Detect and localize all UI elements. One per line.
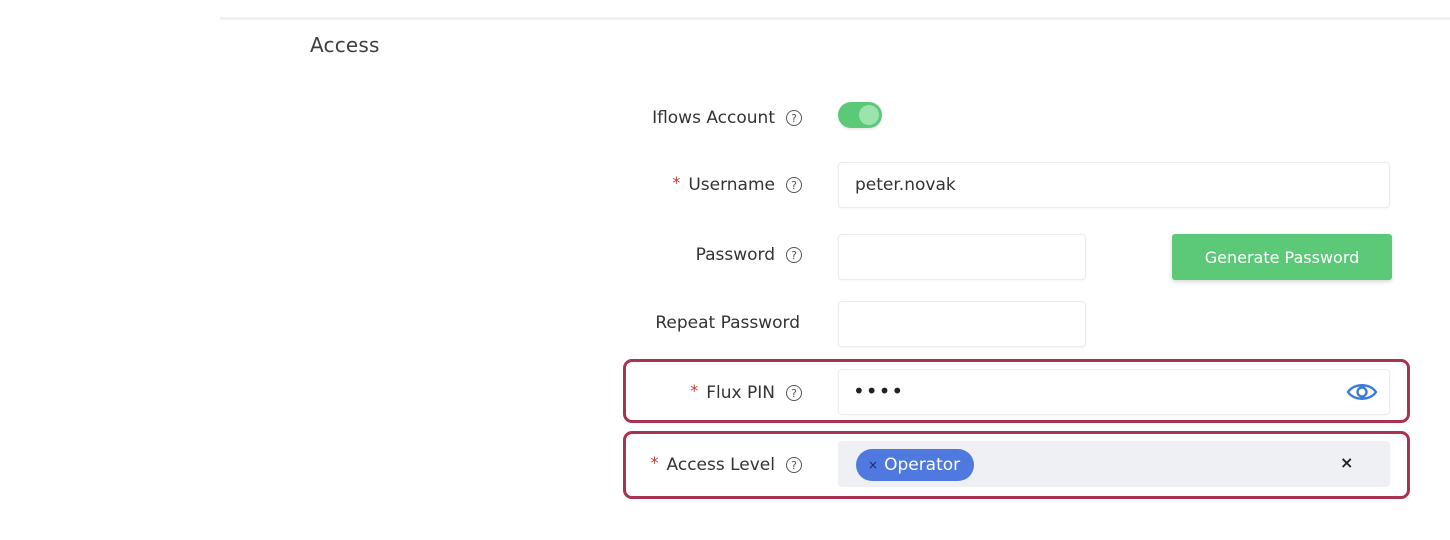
username-input[interactable] [838, 162, 1390, 208]
question-circle-icon[interactable]: ? [786, 110, 802, 126]
access-level-label-row: * Access Level ? [651, 453, 802, 477]
question-circle-icon[interactable]: ? [786, 177, 802, 193]
clear-selection-icon[interactable]: × [1340, 453, 1353, 472]
repeat-password-input[interactable] [838, 301, 1086, 347]
flux-pin-label: Flux PIN [706, 383, 775, 403]
required-mark: * [650, 452, 659, 472]
access-level-chip: × Operator [856, 449, 975, 481]
password-label-row: Password ? [696, 243, 802, 267]
repeat-password-label-row: Repeat Password [655, 311, 800, 335]
toggle-knob [859, 105, 879, 125]
flux-pin-masked-value: •••• [853, 379, 905, 403]
chip-label: Operator [884, 455, 961, 475]
repeat-password-label: Repeat Password [655, 313, 800, 333]
password-label: Password [695, 245, 775, 265]
access-level-select[interactable]: × Operator × [838, 441, 1390, 487]
iflows-account-label-row: Iflows Account ? [652, 106, 802, 130]
question-circle-icon[interactable]: ? [786, 247, 802, 263]
question-circle-icon[interactable]: ? [786, 457, 802, 473]
username-label: Username [688, 175, 775, 195]
username-label-row: * Username ? [672, 173, 802, 197]
password-input[interactable] [838, 234, 1086, 280]
eye-icon[interactable] [1346, 382, 1378, 402]
question-circle-icon[interactable]: ? [786, 385, 802, 401]
chip-remove-icon[interactable]: × [868, 458, 878, 472]
iflows-account-label: Iflows Account [652, 108, 775, 128]
access-level-label: Access Level [666, 455, 775, 475]
flux-pin-input[interactable] [838, 369, 1390, 415]
required-mark: * [690, 380, 699, 400]
iflows-account-toggle[interactable] [838, 102, 882, 128]
generate-password-button[interactable]: Generate Password [1172, 234, 1392, 280]
section-title: Access [310, 33, 380, 57]
required-mark: * [672, 172, 681, 192]
top-divider [220, 17, 1450, 20]
flux-pin-label-row: * Flux PIN ? [690, 381, 802, 405]
